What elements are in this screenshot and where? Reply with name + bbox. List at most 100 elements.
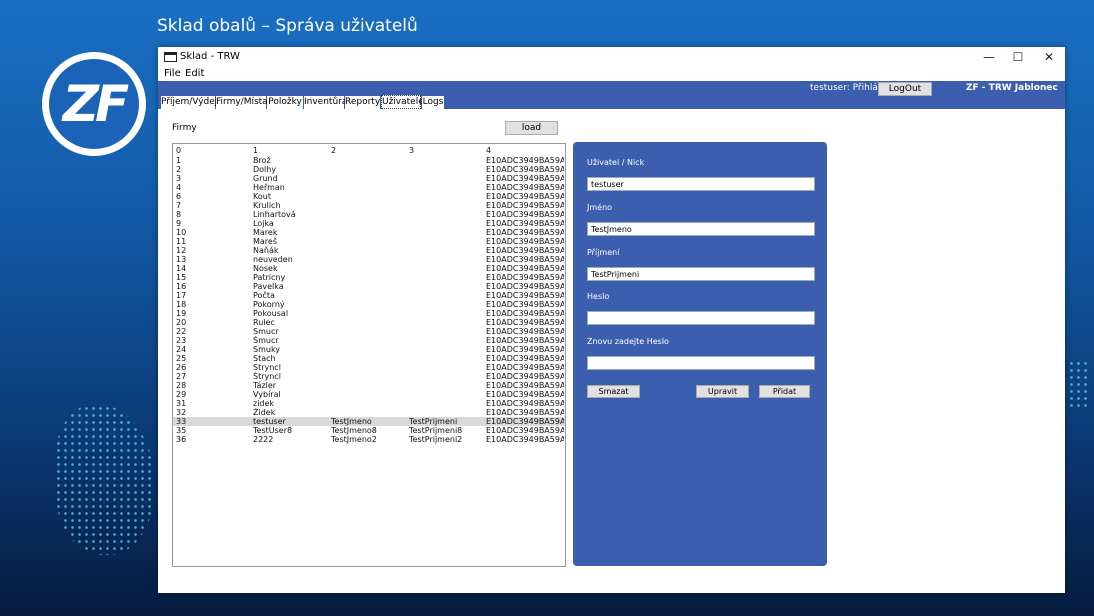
grid-cell: E10ADC3949BA59A... <box>486 336 564 345</box>
table-row[interactable]: 25 Stach E10ADC3949BA59A... <box>173 354 565 363</box>
table-row[interactable]: 20 Rulec E10ADC3949BA59A... <box>173 318 565 327</box>
grid-header-row[interactable]: 0 1 2 3 4 <box>173 146 565 155</box>
table-row[interactable]: 9 Lojka E10ADC3949BA59A... <box>173 219 565 228</box>
tab-firmy-mista[interactable]: Firmy/Místa <box>216 96 268 109</box>
grid-cell: 27 <box>176 372 187 381</box>
grid-cell: TestPrijmeni2 <box>409 435 463 444</box>
grid-cell: E10ADC3949BA59A... <box>486 399 564 408</box>
grid-cell: 31 <box>176 399 187 408</box>
close-button[interactable]: ✕ <box>1034 49 1064 65</box>
table-row[interactable]: 7 Krulich E10ADC3949BA59A... <box>173 201 565 210</box>
grid-cell: 3 <box>409 146 415 155</box>
table-row[interactable]: 16 Pavelka E10ADC3949BA59A... <box>173 282 565 291</box>
nick-input[interactable] <box>587 177 815 191</box>
grid-cell: 8 <box>176 210 182 219</box>
grid-cell: 33 <box>176 417 187 426</box>
grid-cell: E10ADC3949BA59A... <box>486 174 564 183</box>
table-row[interactable]: 10 Marek E10ADC3949BA59A... <box>173 228 565 237</box>
heslo-label: Heslo <box>587 292 610 301</box>
table-row[interactable]: 4 Heřman E10ADC3949BA59A... <box>173 183 565 192</box>
grid-cell: Heřman <box>253 183 285 192</box>
table-row[interactable]: 24 Smuky E10ADC3949BA59A... <box>173 345 565 354</box>
grid-cell: TestPrijmeni <box>409 417 458 426</box>
table-row[interactable]: 23 Šmucr E10ADC3949BA59A... <box>173 336 565 345</box>
grid-cell: Grund <box>253 174 278 183</box>
prijmeni-label: Příjmení <box>587 248 620 257</box>
load-button[interactable]: load <box>505 121 558 135</box>
decorative-dots-left <box>55 405 155 555</box>
table-row[interactable]: 8 Linhartová E10ADC3949BA59A... <box>173 210 565 219</box>
grid-cell: Linhartová <box>253 210 296 219</box>
table-row[interactable]: 27 Štryncl E10ADC3949BA59A... <box>173 372 565 381</box>
prijmeni-input[interactable] <box>587 267 815 281</box>
grid-cell: 28 <box>176 381 187 390</box>
table-row[interactable]: 11 Mareš E10ADC3949BA59A... <box>173 237 565 246</box>
grid-cell: 7 <box>176 201 182 210</box>
grid-cell: E10ADC3949BA59A... <box>486 210 564 219</box>
grid-cell: TestJmeno <box>331 417 372 426</box>
grid-cell: TestJmeno8 <box>331 426 377 435</box>
grid-cell: E10ADC3949BA59A... <box>486 318 564 327</box>
table-row[interactable]: 1 Brož E10ADC3949BA59A... <box>173 156 565 165</box>
grid-cell: 16 <box>176 282 187 291</box>
table-row[interactable]: 28 Tázler E10ADC3949BA59A... <box>173 381 565 390</box>
grid-cell: 9 <box>176 219 182 228</box>
tab-inventura[interactable]: Inventůra <box>304 96 347 109</box>
table-row[interactable]: 18 Pokorný E10ADC3949BA59A... <box>173 300 565 309</box>
table-row[interactable]: 26 Stryncl E10ADC3949BA59A... <box>173 363 565 372</box>
table-row[interactable]: 15 Patricny E10ADC3949BA59A... <box>173 273 565 282</box>
table-row[interactable]: 14 Nosek E10ADC3949BA59A... <box>173 264 565 273</box>
tab-reporty[interactable]: Reporty <box>345 96 380 109</box>
grid-cell: E10ADC3949BA59A... <box>486 246 564 255</box>
grid-cell: Počta <box>253 291 275 300</box>
grid-cell: 6 <box>176 192 182 201</box>
tab-logs[interactable]: Logs <box>422 96 444 109</box>
grid-cell: E10ADC3949BA59A... <box>486 345 564 354</box>
grid-cell: Naňák <box>253 246 279 255</box>
table-row[interactable]: 13 neuveden E10ADC3949BA59A... <box>173 255 565 264</box>
users-grid[interactable]: 012341BrožE10ADC3949BA59A...2DolhyE10ADC… <box>172 143 566 567</box>
jmeno-input[interactable] <box>587 222 815 236</box>
table-row[interactable]: 2 Dolhy E10ADC3949BA59A... <box>173 165 565 174</box>
grid-cell: Rulec <box>253 318 275 327</box>
table-row[interactable]: 12 Naňák E10ADC3949BA59A... <box>173 246 565 255</box>
menu-edit[interactable]: Edit <box>185 68 204 79</box>
grid-cell: 19 <box>176 309 187 318</box>
nick-label: Uživatel / Nick <box>587 158 645 167</box>
table-row[interactable]: 32 Židek E10ADC3949BA59A... <box>173 408 565 417</box>
logout-button[interactable]: LogOut <box>878 82 932 96</box>
grid-cell: E10ADC3949BA59A... <box>486 165 564 174</box>
tab-prijem-vydej[interactable]: Příjem/Výdej <box>161 96 217 109</box>
table-row[interactable]: 6 Kout E10ADC3949BA59A... <box>173 192 565 201</box>
table-row[interactable]: 31 zidek E10ADC3949BA59A... <box>173 399 565 408</box>
table-row[interactable]: 35 TestUser8 TestJmeno8 TestPrijmeni8 E10ADC… <box>173 426 565 435</box>
title-bar: Sklad - TRW — ☐ ✕ <box>158 47 1065 67</box>
tab-polozky[interactable]: Položky <box>267 96 303 109</box>
app-window: Sklad - TRW — ☐ ✕ File Edit testuser: Př… <box>158 47 1065 593</box>
table-row[interactable]: 3 Grund E10ADC3949BA59A... <box>173 174 565 183</box>
grid-cell: Kout <box>253 192 271 201</box>
minimize-button[interactable]: — <box>974 49 1004 65</box>
table-row[interactable]: 29 Vybíral E10ADC3949BA59A... <box>173 390 565 399</box>
grid-cell: 0 <box>176 146 182 155</box>
add-button[interactable]: Přidat <box>759 385 810 398</box>
grid-cell: TestUser8 <box>253 426 293 435</box>
grid-cell: neuveden <box>253 255 293 264</box>
table-row[interactable]: 17 Počta E10ADC3949BA59A... <box>173 291 565 300</box>
table-row[interactable]: 33 testuser TestJmeno TestPrijmeni E10ADC394… <box>173 417 565 426</box>
grid-cell: Židek <box>253 408 276 417</box>
delete-button[interactable]: Smazat <box>587 385 640 398</box>
table-row[interactable]: 36 2222 TestJmeno2 TestPrijmeni2 E10ADC3949B… <box>173 435 565 444</box>
table-row[interactable]: 19 Pokousal E10ADC3949BA59A... <box>173 309 565 318</box>
edit-button[interactable]: Upravit <box>696 385 749 398</box>
grid-cell: E10ADC3949BA59A... <box>486 156 564 165</box>
grid-cell: 24 <box>176 345 187 354</box>
menu-file[interactable]: File <box>164 68 181 79</box>
table-row[interactable]: 22 Smucr E10ADC3949BA59A... <box>173 327 565 336</box>
maximize-button[interactable]: ☐ <box>1003 49 1033 65</box>
heslo-input[interactable] <box>587 311 815 325</box>
tab-uzivatele[interactable]: Uživatele <box>381 95 424 109</box>
grid-cell: Mareš <box>253 237 278 246</box>
heslo2-input[interactable] <box>587 356 815 370</box>
grid-cell: Dolhy <box>253 165 277 174</box>
